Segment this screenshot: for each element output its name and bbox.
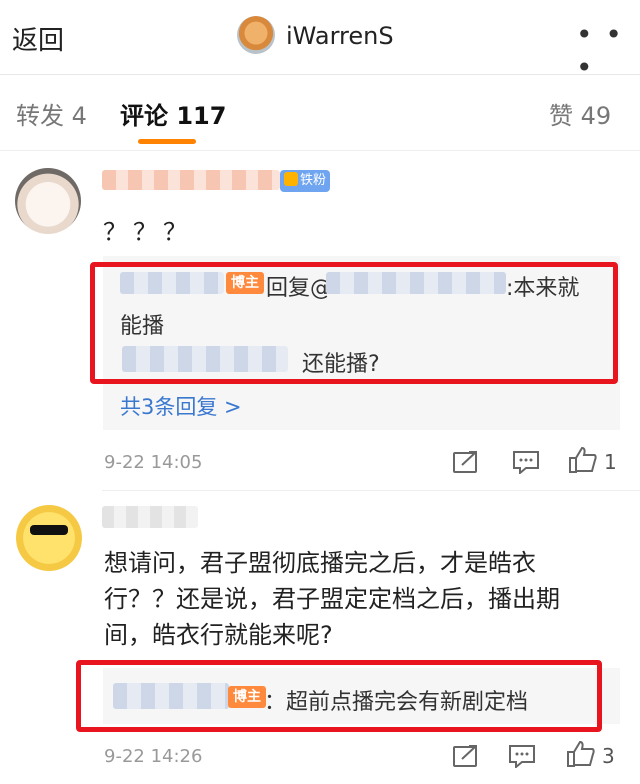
- like-icon[interactable]: [566, 740, 596, 768]
- reply-text: 能播: [120, 314, 165, 339]
- divider: [0, 150, 640, 151]
- page-title: iWarrenS: [286, 22, 394, 50]
- share-icon[interactable]: [452, 744, 480, 768]
- redacted-username[interactable]: [102, 170, 280, 190]
- divider: [0, 74, 640, 75]
- comment-icon[interactable]: [508, 744, 536, 768]
- like-count: 3: [602, 744, 615, 768]
- tab-likes[interactable]: 赞 49: [549, 96, 611, 131]
- divider: [102, 490, 640, 491]
- redacted-mention[interactable]: [326, 272, 506, 294]
- reply-text: 回复@: [266, 276, 333, 301]
- fan-icon: [284, 172, 298, 186]
- comment-timestamp: 9-22 14:26: [104, 746, 203, 767]
- comment-text: ？？？: [103, 218, 193, 246]
- reply-text: ：超前点播完会有新剧定档: [264, 690, 529, 715]
- reply-text: 还能播?: [302, 352, 380, 377]
- back-button[interactable]: 返回: [12, 20, 64, 57]
- like-count: 1: [604, 450, 617, 474]
- comment-text: 行？？还是说，君子盟定定档之后，播出期: [104, 585, 560, 613]
- sunglasses-icon: [30, 525, 68, 535]
- comment-text: 间，皓衣行就能来呢?: [104, 621, 333, 649]
- share-icon[interactable]: [452, 450, 480, 474]
- redacted-username[interactable]: [122, 346, 288, 372]
- avatar[interactable]: [237, 16, 275, 54]
- like-icon[interactable]: [568, 446, 598, 474]
- reply-text: :本来就: [506, 276, 580, 301]
- fan-badge-label: 铁粉: [300, 173, 327, 188]
- fan-badge: 铁粉: [280, 170, 331, 192]
- avatar[interactable]: [15, 168, 81, 234]
- comment-timestamp: 9-22 14:05: [104, 452, 203, 473]
- redacted-username[interactable]: [120, 272, 224, 294]
- tab-repost[interactable]: 转发 4: [16, 96, 87, 131]
- redacted-username[interactable]: [113, 683, 229, 709]
- comment-text: 想请问，君子盟彻底播完之后，才是皓衣: [104, 549, 536, 577]
- comment-icon[interactable]: [512, 450, 540, 474]
- author-badge: 博主: [228, 686, 266, 708]
- tab-comments[interactable]: 评论 117: [120, 96, 226, 131]
- redacted-username[interactable]: [102, 506, 198, 528]
- author-badge: 博主: [226, 272, 264, 294]
- active-tab-indicator: [138, 139, 196, 144]
- avatar[interactable]: [16, 505, 82, 571]
- more-replies-link[interactable]: 共3条回复 >: [120, 391, 242, 421]
